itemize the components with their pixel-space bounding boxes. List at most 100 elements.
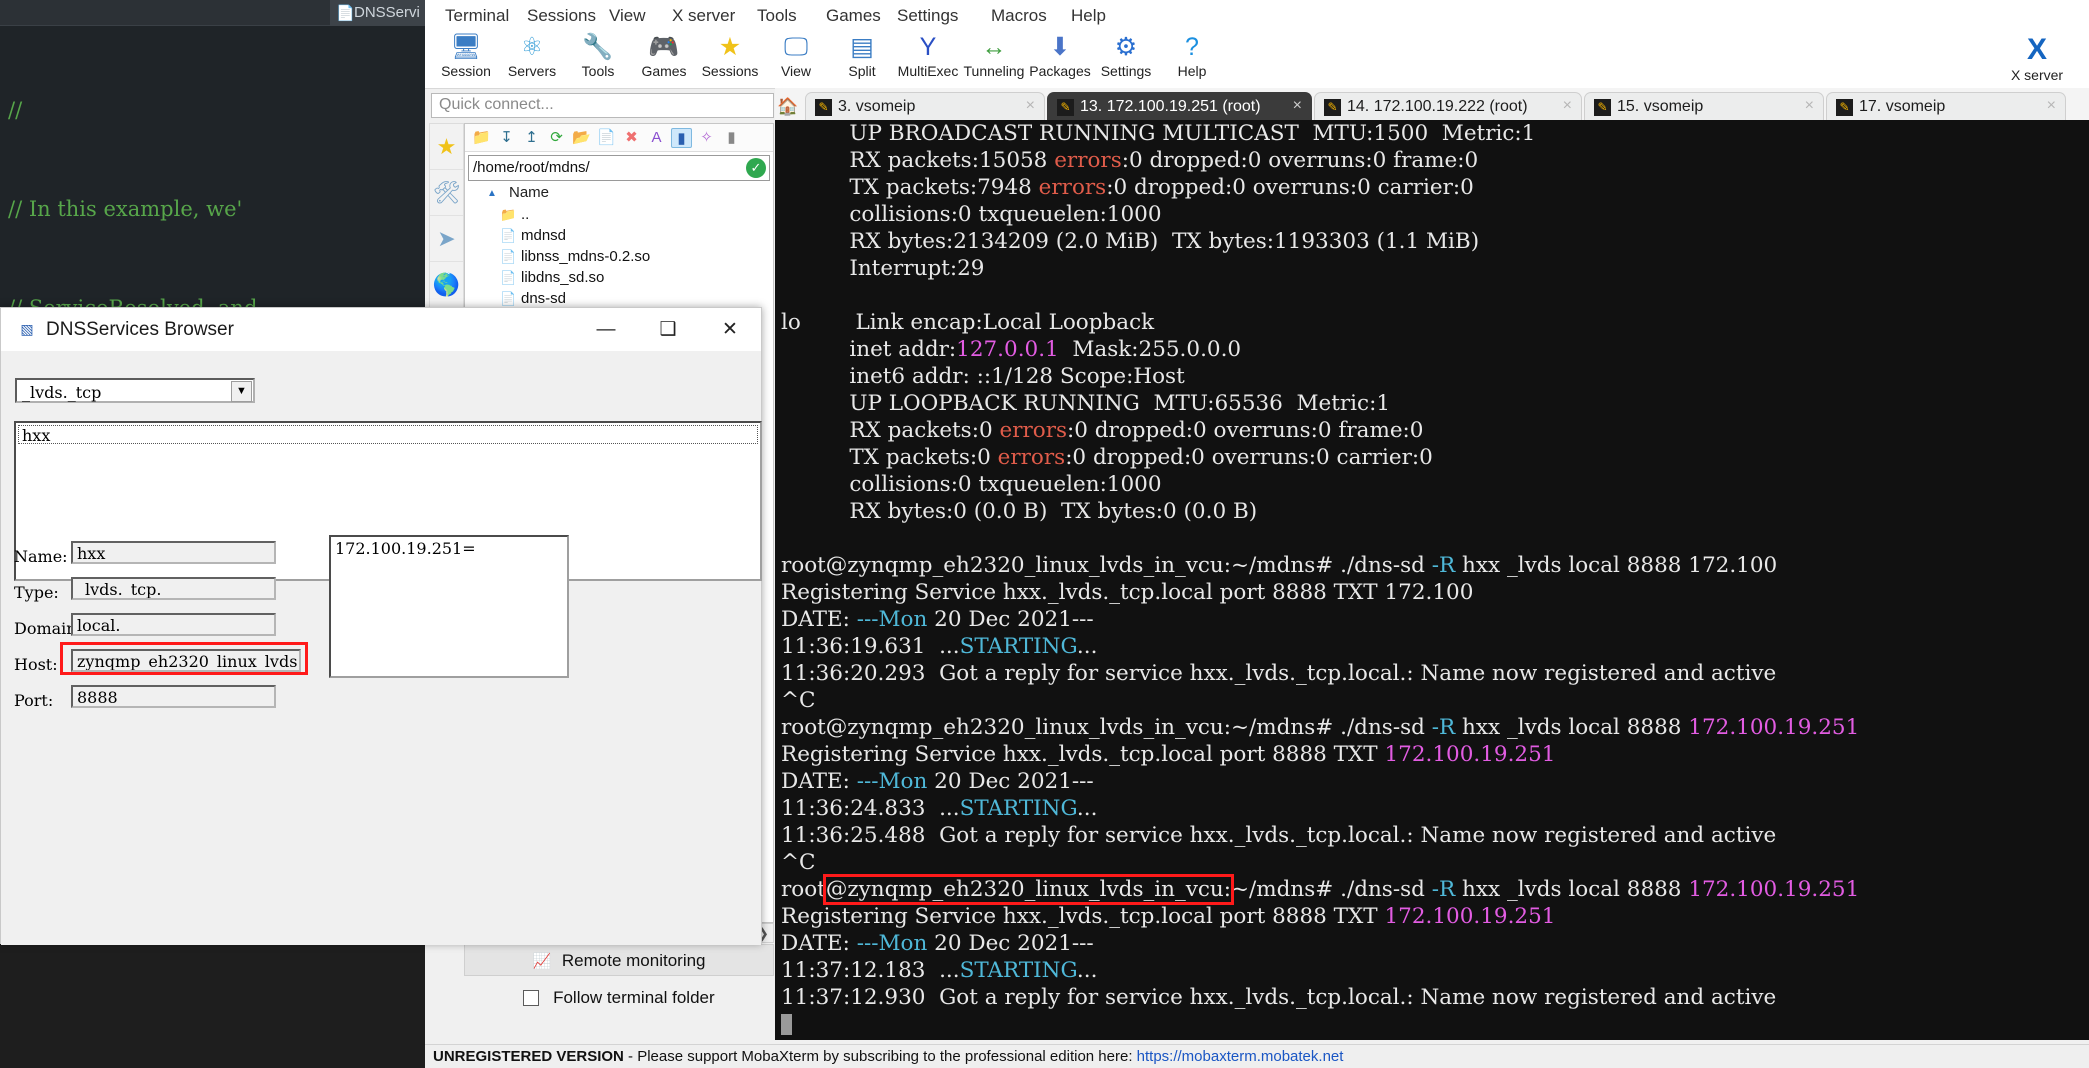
terminal-tab[interactable]: ✎ 13. 172.100.19.251 (root) × — [1047, 92, 1312, 122]
terminal-line: ^C — [781, 687, 2089, 714]
list-item-selected[interactable]: hxx — [18, 425, 758, 445]
terminal-text: RX packets:0 — [781, 418, 1000, 443]
editor-tab-dnsservices[interactable]: 📄 DNSServi — [330, 0, 426, 26]
xserver-status[interactable]: X X server — [1995, 33, 2079, 83]
name-field[interactable]: hxx — [71, 541, 276, 564]
menu-item-tools[interactable]: Tools — [751, 4, 803, 28]
terminal-tab[interactable]: ✎ 3. vsomeip × — [805, 92, 1045, 122]
menu-item-help[interactable]: Help — [1065, 4, 1112, 28]
star-icon[interactable]: ★ — [430, 124, 463, 170]
close-button[interactable]: ✕ — [699, 308, 761, 351]
domain-field[interactable]: local. — [71, 613, 276, 636]
list-item-label: dns-sd — [521, 290, 567, 307]
list-item[interactable]: 📁 .. — [465, 205, 773, 226]
terminal-tab[interactable]: ✎ 15. vsomeip × — [1584, 92, 1824, 122]
delete-icon[interactable]: ✖ — [621, 128, 642, 148]
toolbar-button-servers[interactable]: ⚛ Servers — [499, 31, 565, 79]
paper-plane-icon[interactable]: ➤ — [430, 216, 463, 262]
service-type-dropdown[interactable]: _lvds._tcp ▼ — [15, 378, 255, 403]
close-icon[interactable]: × — [1293, 97, 1302, 115]
block-cursor — [781, 1011, 2089, 1038]
list-item[interactable]: 📄 libnss_mdns-0.2.so — [465, 247, 773, 268]
toolbar-button-games[interactable]: 🎮 Games — [631, 31, 697, 79]
terminal-text: STARTING — [959, 796, 1077, 821]
terminal-text: ... — [1076, 796, 1098, 821]
menu-item-x-server[interactable]: X server — [666, 4, 741, 28]
terminal-text: 172.100.19.251 — [1384, 904, 1556, 929]
refresh-icon[interactable]: ⟳ — [546, 128, 567, 148]
file-browser-path-bar[interactable]: /home/root/mdns/ ✓ — [468, 155, 770, 181]
terminal-tab-label: 3. vsomeip — [838, 98, 916, 115]
terminal-line: TX packets:0 errors:0 dropped:0 overruns… — [781, 444, 2089, 471]
new-file-icon[interactable]: 📄 — [596, 128, 617, 148]
port-field[interactable]: 8888 — [71, 685, 276, 708]
txt-record-box[interactable]: 172.100.19.251= — [329, 535, 569, 678]
up-folder-icon[interactable]: 📁 — [471, 128, 492, 148]
list-item[interactable]: 📄 mdnsd — [465, 226, 773, 247]
terminal-line: lo Link encap:Local Loopback — [781, 309, 2089, 336]
terminal-tab[interactable]: ✎ 17. vsomeip × — [1826, 92, 2066, 122]
terminal-line: TX packets:7948 errors:0 dropped:0 overr… — [781, 174, 2089, 201]
close-icon[interactable]: × — [1026, 97, 1035, 115]
quick-connect-input[interactable]: Quick connect... — [431, 93, 774, 118]
dialog-title: DNSServices Browser — [46, 319, 234, 340]
terminal-output[interactable]: UP BROADCAST RUNNING MULTICAST MTU:1500 … — [775, 120, 2089, 1040]
new-folder-icon[interactable]: 📂 — [571, 128, 592, 148]
list-item[interactable]: 📄 libdns_sd.so — [465, 268, 773, 289]
toolbar-button-sessions[interactable]: ★ Sessions — [697, 31, 763, 79]
toolbar-button-split[interactable]: ▤ Split — [829, 31, 895, 79]
close-icon[interactable]: × — [2047, 97, 2056, 115]
menu-item-terminal[interactable]: Terminal — [439, 4, 515, 28]
terminal-text: collisions:0 txqueuelen:1000 — [781, 472, 1162, 497]
toolbar-button-packages[interactable]: ⬇ Packages — [1027, 31, 1093, 79]
toolbar-button-multiexec[interactable]: Y MultiExec — [895, 31, 961, 79]
menu-item-games[interactable]: Games — [820, 4, 887, 28]
terminal-text: Registering Service hxx._lvds._tcp.local… — [781, 742, 1385, 767]
terminal-tab[interactable]: ✎ 14. 172.100.19.222 (root) × — [1314, 92, 1582, 122]
menu-item-macros[interactable]: Macros — [985, 4, 1053, 28]
chevron-down-icon[interactable]: ▼ — [231, 381, 252, 402]
toolbar-button-label: Tools — [581, 63, 615, 79]
toolbar-button-view[interactable]: 🖵 View — [763, 31, 829, 79]
checkbox-icon[interactable] — [523, 990, 540, 1006]
minimize-button[interactable]: — — [575, 308, 637, 351]
dnsservices-browser-dialog: ▧ DNSServices Browser — ❑ ✕ _lvds._tcp ▼… — [0, 307, 762, 945]
follow-terminal-folder-checkbox[interactable]: Follow terminal folder — [464, 980, 774, 1016]
tools-knife-icon[interactable]: 🛠 — [430, 170, 463, 216]
menu-item-view[interactable]: View — [603, 4, 652, 28]
remote-monitoring-button[interactable]: 📈 Remote monitoring — [464, 944, 774, 976]
wand-icon[interactable]: ✧ — [696, 128, 717, 148]
terminal-tab-icon: ✎ — [815, 99, 832, 116]
font-icon[interactable]: A — [646, 128, 667, 148]
toolbar-button-label: Help — [1177, 63, 1207, 79]
toolbar-button-tunneling[interactable]: ↔ Tunneling — [961, 31, 1027, 79]
packages-icon: ⬇ — [1049, 33, 1071, 61]
close-icon[interactable]: × — [1805, 97, 1814, 115]
toolbar-button-session[interactable]: 🖥 Session — [433, 31, 499, 79]
menu-item-sessions[interactable]: Sessions — [521, 4, 602, 28]
toolbar-button-help[interactable]: ? Help — [1159, 31, 1225, 79]
maximize-button[interactable]: ❑ — [637, 308, 699, 351]
download-icon[interactable]: ↧ — [496, 128, 517, 148]
file-browser-column-header[interactable]: ▲ Name — [465, 181, 773, 205]
home-icon[interactable]: 🏠 — [775, 92, 801, 122]
close-icon[interactable]: × — [1563, 97, 1572, 115]
terminal-text: root — [781, 877, 826, 902]
toolbar-button-label: Tunneling — [963, 63, 1025, 79]
usb-icon[interactable]: ▮ — [671, 128, 692, 148]
terminal-text: RX bytes:2134209 (2.0 MiB) TX bytes:1193… — [781, 229, 1480, 254]
type-field[interactable]: _lvds._tcp. — [71, 577, 276, 600]
upload-icon[interactable]: ↥ — [521, 128, 542, 148]
dialog-title-bar: ▧ DNSServices Browser — ❑ ✕ — [1, 308, 761, 351]
file-browser-toolbar: 📁 ↧ ↥ ⟳ 📂 📄 ✖ A ▮ ✧ ▮ — [465, 124, 773, 152]
status-bar-link[interactable]: https://mobaxterm.mobatek.net — [1137, 1048, 1344, 1065]
code-line: // In this example, we' — [8, 197, 243, 221]
toolbar-button-tools[interactable]: 🔧 Tools — [565, 31, 631, 79]
tools-icon: 🔧 — [582, 33, 614, 61]
status-bar-bold: UNREGISTERED VERSION — [433, 1048, 624, 1065]
menu-item-settings[interactable]: Settings — [891, 4, 964, 28]
terminal-tab-icon: ✎ — [1324, 99, 1341, 116]
globe-icon[interactable]: 🌎 — [430, 262, 463, 308]
terminal-icon[interactable]: ▮ — [721, 128, 742, 148]
toolbar-button-settings[interactable]: ⚙ Settings — [1093, 31, 1159, 79]
